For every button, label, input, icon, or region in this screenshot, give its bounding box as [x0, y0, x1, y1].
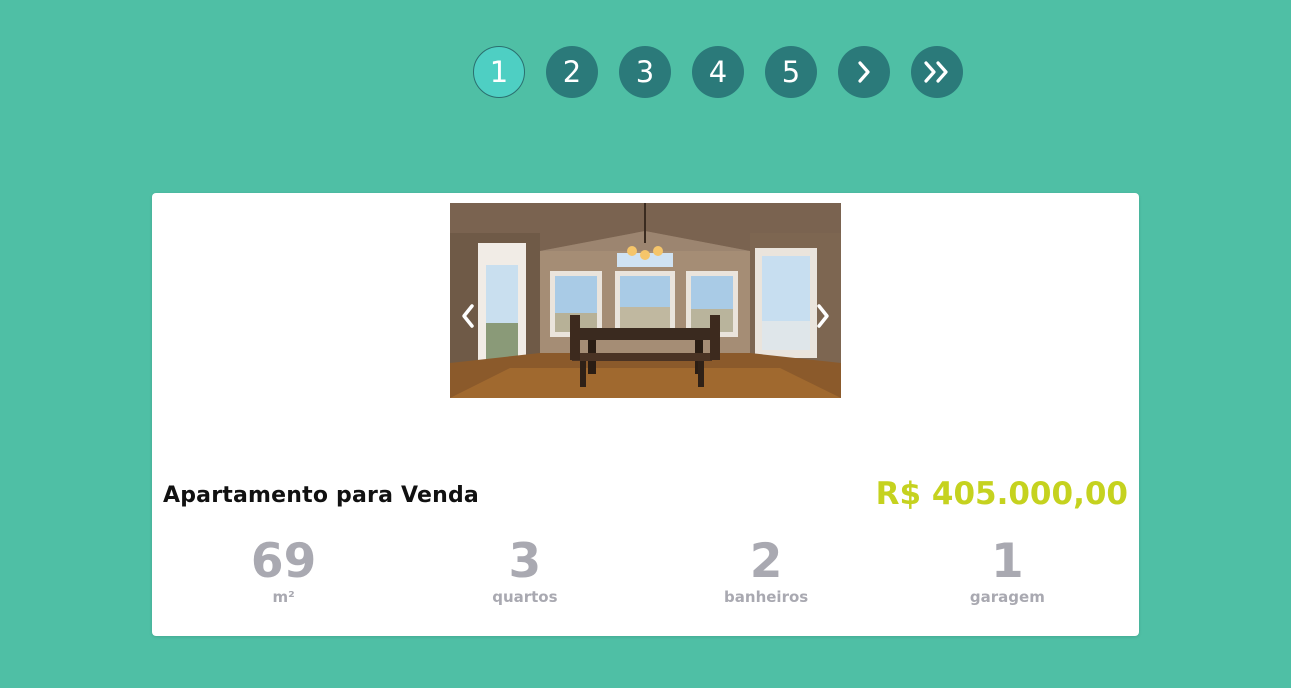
feature-bathrooms: 2 banheiros: [646, 534, 887, 607]
listing-title[interactable]: Apartamento para Venda: [163, 483, 479, 508]
page-button-4[interactable]: 4: [692, 46, 744, 98]
last-page-button[interactable]: [911, 46, 963, 98]
listing-features: 69 m² 3 quartos 2 banheiros 1 garagem: [163, 534, 1128, 607]
feature-value: 3: [508, 534, 542, 589]
pagination: 1 2 3 4 5: [473, 46, 963, 98]
feature-value: 1: [991, 534, 1024, 589]
feature-area: 69 m²: [163, 534, 404, 607]
feature-label: quartos: [492, 588, 558, 606]
chevron-right-icon: [817, 304, 829, 328]
listing-price: R$ 405.000,00: [875, 476, 1128, 512]
listing-card[interactable]: Apartamento para Venda R$ 405.000,00 69 …: [152, 193, 1139, 636]
dining-room-photo: [450, 203, 841, 398]
page-button-2[interactable]: 2: [546, 46, 598, 98]
feature-value: 2: [749, 534, 783, 589]
page-button-3[interactable]: 3: [619, 46, 671, 98]
double-chevron-right-icon: [924, 61, 948, 83]
chevron-left-icon: [462, 304, 474, 328]
carousel-next-button[interactable]: [811, 299, 835, 333]
feature-label: m²: [272, 588, 295, 606]
chevron-right-icon: [858, 61, 870, 83]
page-button-1[interactable]: 1: [473, 46, 525, 98]
feature-label: garagem: [969, 588, 1045, 606]
feature-value: 69: [250, 534, 317, 589]
listing-photo-carousel: [450, 203, 841, 398]
feature-garage: 1 garagem: [887, 534, 1128, 607]
carousel-prev-button[interactable]: [456, 299, 480, 333]
feature-bedrooms: 3 quartos: [404, 534, 645, 607]
page-button-5[interactable]: 5: [765, 46, 817, 98]
feature-label: banheiros: [724, 588, 809, 606]
next-page-button[interactable]: [838, 46, 890, 98]
